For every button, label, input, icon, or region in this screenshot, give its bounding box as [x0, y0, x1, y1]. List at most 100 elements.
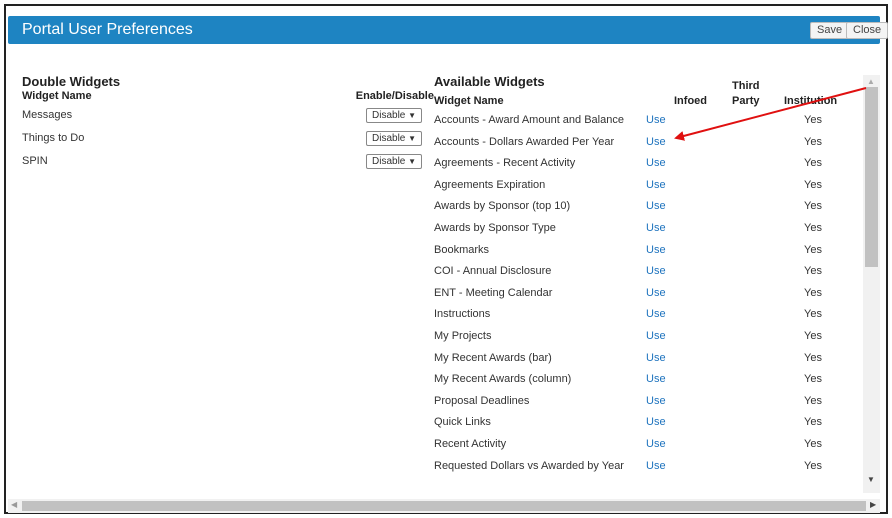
- institution-value: Yes: [804, 200, 822, 213]
- use-widget-link[interactable]: Use: [646, 352, 666, 364]
- use-widget-link[interactable]: Use: [646, 114, 666, 126]
- institution-value: Yes: [804, 329, 822, 342]
- available-widget-name: Bookmarks: [434, 243, 490, 256]
- available-widget-row: Agreements Expiration Use Yes: [434, 177, 854, 199]
- enable-disable-select[interactable]: Disable ▼: [366, 131, 422, 146]
- close-button[interactable]: Close: [846, 22, 889, 39]
- enable-disable-select[interactable]: Disable ▼: [366, 108, 422, 123]
- available-widget-name: Awards by Sponsor (top 10): [434, 200, 571, 213]
- double-widget-name: SPIN: [22, 155, 48, 167]
- use-widget-link[interactable]: Use: [646, 287, 666, 299]
- dialog-title: Portal User Preferences: [22, 21, 193, 38]
- institution-value: Yes: [804, 459, 822, 472]
- available-widgets-title: Available Widgets: [434, 74, 545, 89]
- use-widget-link[interactable]: Use: [646, 179, 666, 191]
- horizontal-scrollbar[interactable]: ◀ ▶: [8, 499, 880, 513]
- available-widget-row: My Recent Awards (bar) Use Yes: [434, 350, 854, 372]
- scroll-left-icon[interactable]: ◀: [11, 500, 17, 509]
- use-widget-link[interactable]: Use: [646, 200, 666, 212]
- institution-value: Yes: [804, 437, 822, 450]
- available-widget-row: Recent Activity Use Yes: [434, 436, 854, 458]
- dialog-titlebar: Portal User Preferences Save Close: [8, 16, 889, 44]
- use-widget-link[interactable]: Use: [646, 416, 666, 428]
- available-widget-row: My Recent Awards (column) Use Yes: [434, 371, 854, 393]
- double-widget-name: Things to Do: [22, 132, 85, 144]
- available-widget-row: Instructions Use Yes: [434, 306, 854, 328]
- column-header-third-party-line1: Third: [732, 80, 760, 92]
- available-widget-name: Instructions: [434, 308, 491, 321]
- institution-value: Yes: [804, 265, 822, 278]
- use-widget-link[interactable]: Use: [646, 244, 666, 256]
- available-widget-name: Proposal Deadlines: [434, 394, 530, 407]
- double-widget-row: SPIN Disable ▼: [22, 152, 434, 175]
- available-widget-row: Awards by Sponsor Type Use Yes: [434, 220, 854, 242]
- double-widget-row: Things to Do Disable ▼: [22, 129, 434, 152]
- available-widget-name: Accounts - Award Amount and Balance: [434, 114, 624, 126]
- column-header-widget-name: Widget Name: [434, 95, 504, 107]
- institution-value: Yes: [804, 373, 822, 386]
- select-value: Disable: [372, 156, 406, 167]
- double-widget-row: Messages Disable ▼: [22, 106, 434, 129]
- available-widget-row: COI - Annual Disclosure Use Yes: [434, 263, 854, 285]
- vertical-scrollbar[interactable]: ▲ ▼: [863, 75, 880, 493]
- select-value: Disable: [372, 110, 406, 121]
- use-widget-link[interactable]: Use: [646, 373, 666, 385]
- column-header-widget-name: Widget Name: [22, 90, 92, 102]
- available-widget-name: Requested Dollars vs Awarded by Year: [434, 459, 624, 472]
- column-header-third-party-line2: Party: [732, 95, 760, 107]
- available-widget-row: Accounts - Dollars Awarded Per Year Use Ye…: [434, 134, 854, 156]
- available-widget-row: Proposal Deadlines Use Yes: [434, 393, 854, 415]
- available-widget-name: Awards by Sponsor Type: [434, 221, 556, 234]
- column-header-institution: Institution: [784, 95, 838, 107]
- use-widget-link[interactable]: Use: [646, 222, 666, 234]
- available-widget-name: Agreements - Recent Activity: [434, 157, 576, 170]
- institution-value: Yes: [804, 394, 822, 407]
- available-widget-row: Awards by Sponsor (top 10) Use Yes: [434, 198, 854, 220]
- double-widgets-panel: Double Widgets Widget Name Enable/Disabl…: [22, 74, 434, 175]
- use-widget-link[interactable]: Use: [646, 330, 666, 342]
- use-widget-link[interactable]: Use: [646, 438, 666, 450]
- institution-value: Yes: [804, 308, 822, 321]
- available-widget-row: Quick Links Use Yes: [434, 414, 854, 436]
- dialog-content: Double Widgets Widget Name Enable/Disabl…: [8, 60, 863, 492]
- double-widgets-title: Double Widgets: [22, 74, 121, 89]
- use-widget-link[interactable]: Use: [646, 460, 666, 472]
- horizontal-scroll-thumb[interactable]: [22, 501, 866, 511]
- available-widget-name: My Projects: [434, 329, 492, 342]
- double-widgets-header: Widget Name Enable/Disable: [22, 90, 434, 104]
- enable-disable-select[interactable]: Disable ▼: [366, 154, 422, 169]
- double-widgets-list: Messages Disable ▼ Things to Do Disable ▼ SPIN…: [22, 106, 434, 175]
- institution-value: Yes: [804, 135, 822, 148]
- institution-value: Yes: [804, 416, 822, 429]
- institution-value: Yes: [804, 114, 822, 126]
- use-widget-link[interactable]: Use: [646, 136, 666, 148]
- institution-value: Yes: [804, 243, 822, 256]
- scroll-up-icon[interactable]: ▲: [867, 77, 875, 86]
- available-widgets-list: Accounts - Award Amount and Balance Use Ye…: [434, 112, 854, 479]
- scroll-right-icon[interactable]: ▶: [870, 500, 876, 509]
- institution-value: Yes: [804, 286, 822, 299]
- caret-down-icon: ▼: [408, 134, 416, 143]
- use-widget-link[interactable]: Use: [646, 395, 666, 407]
- column-header-infoed: Infoed: [674, 95, 707, 107]
- save-button[interactable]: Save: [810, 22, 850, 39]
- use-widget-link[interactable]: Use: [646, 157, 666, 169]
- caret-down-icon: ▼: [408, 111, 416, 120]
- institution-value: Yes: [804, 157, 822, 170]
- scroll-down-icon[interactable]: ▼: [867, 475, 875, 484]
- available-widget-name: My Recent Awards (column): [434, 373, 572, 386]
- available-widgets-header: Available Widgets Widget Name Infoed Thi…: [434, 74, 854, 112]
- available-widget-row: ENT - Meeting Calendar Use Yes: [434, 285, 854, 307]
- available-widget-row: My Projects Use Yes: [434, 328, 854, 350]
- use-widget-link[interactable]: Use: [646, 308, 666, 320]
- use-widget-link[interactable]: Use: [646, 265, 666, 277]
- available-widgets-panel: Available Widgets Widget Name Infoed Thi…: [434, 74, 854, 479]
- available-widget-name: Quick Links: [434, 416, 491, 429]
- available-widget-row: Bookmarks Use Yes: [434, 242, 854, 264]
- vertical-scroll-thumb[interactable]: [865, 87, 878, 267]
- institution-value: Yes: [804, 178, 822, 191]
- available-widget-name: Agreements Expiration: [434, 178, 546, 191]
- institution-value: Yes: [804, 351, 822, 364]
- available-widget-name: Recent Activity: [434, 437, 507, 450]
- column-header-enable-disable: Enable/Disable: [355, 90, 434, 102]
